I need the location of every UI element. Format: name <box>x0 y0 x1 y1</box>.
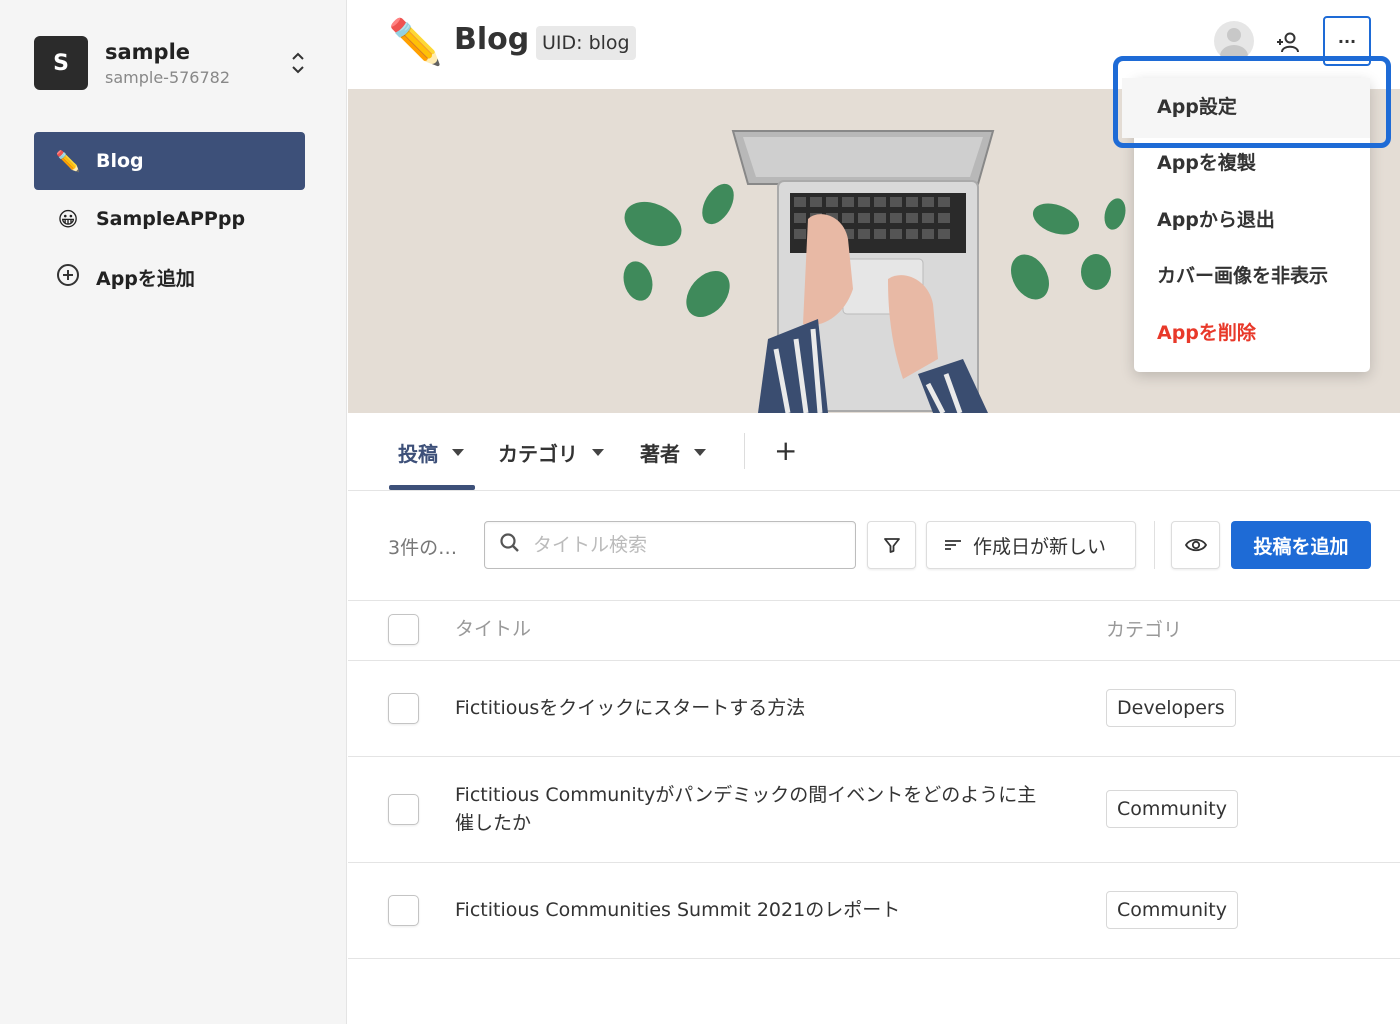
filter-button[interactable] <box>867 521 916 569</box>
eye-icon <box>1184 538 1207 552</box>
sidebar: S sample sample-576782 ✏️ Blog 😀 SampleA… <box>0 0 347 1024</box>
chevron-up-down-icon <box>288 48 308 78</box>
menu-item-hide-cover[interactable]: カバー画像を非表示 <box>1157 261 1328 288</box>
post-title[interactable]: Fictitious Communities Summit 2021のレポート <box>455 896 1055 924</box>
table-header: タイトル カテゴリ <box>348 601 1400 661</box>
category-tag: Developers <box>1106 689 1236 727</box>
page-title: Blog <box>454 22 530 57</box>
post-title[interactable]: Fictitious Communityがパンデミックの間イベントをどのように主… <box>455 781 1050 837</box>
sort-icon <box>945 540 961 550</box>
search-input[interactable] <box>533 534 833 556</box>
view-options-button[interactable] <box>1171 521 1220 569</box>
row-checkbox[interactable] <box>388 794 419 825</box>
filter-icon <box>883 538 900 553</box>
sidebar-item-add-app[interactable]: Appを追加 <box>34 248 305 306</box>
tab-posts[interactable]: 投稿 <box>398 435 464 469</box>
list-toolbar: 3件の… 作成日が新しい 投稿を追加 <box>348 491 1400 601</box>
tab-categories[interactable]: カテゴリ <box>498 435 604 469</box>
tab-authors[interactable]: 著者 <box>640 435 706 469</box>
tab-label: 投稿 <box>398 441 438 466</box>
workspace-name: sample <box>105 40 191 64</box>
add-tab-button[interactable]: + <box>774 433 797 469</box>
table-row[interactable]: Fictitious Communities Summit 2021のレポート … <box>348 863 1400 959</box>
tab-label: 著者 <box>640 441 680 466</box>
pencil-icon: ✏️ <box>388 17 443 68</box>
caret-down-icon <box>592 448 604 456</box>
highlight-box <box>1113 56 1391 148</box>
tab-label: カテゴリ <box>498 441 578 466</box>
workspace-id: sample-576782 <box>105 68 231 87</box>
sidebar-item-blog[interactable]: ✏️ Blog <box>34 132 305 190</box>
sidebar-item-sampleapp[interactable]: 😀 SampleAPPpp <box>34 190 305 248</box>
workspace-text: sample sample-576782 <box>105 39 288 87</box>
workspace-avatar: S <box>34 36 88 90</box>
divider <box>1154 521 1155 569</box>
uid-badge: UID: blog <box>536 26 636 60</box>
menu-item-leave-app[interactable]: Appから退出 <box>1157 205 1275 232</box>
row-checkbox[interactable] <box>388 895 419 926</box>
content-tabs: 投稿 カテゴリ 著者 + <box>348 413 1400 491</box>
active-tab-indicator <box>389 485 475 490</box>
posts-table: タイトル カテゴリ Fictitiousをクイックにスタートする方法 Devel… <box>348 601 1400 959</box>
search-icon <box>499 532 521 558</box>
pencil-icon: ✏️ <box>55 149 81 173</box>
category-tag: Community <box>1106 790 1238 828</box>
category-tag: Community <box>1106 891 1238 929</box>
workspace-switcher[interactable]: S sample sample-576782 <box>34 36 314 90</box>
add-post-button[interactable]: 投稿を追加 <box>1231 521 1371 569</box>
sidebar-item-label: Appを追加 <box>96 267 195 290</box>
sidebar-item-label: SampleAPPpp <box>96 208 246 230</box>
avatar[interactable] <box>1214 21 1254 61</box>
result-count: 3件の… <box>388 537 458 559</box>
caret-down-icon <box>694 448 706 456</box>
smiley-icon: 😀 <box>57 207 79 231</box>
caret-down-icon <box>452 448 464 456</box>
sidebar-item-label: Blog <box>96 150 144 172</box>
menu-item-delete-app[interactable]: Appを削除 <box>1157 318 1256 345</box>
table-row[interactable]: Fictitiousをクイックにスタートする方法 Developers <box>348 661 1400 757</box>
row-checkbox[interactable] <box>388 693 419 724</box>
divider <box>744 433 745 469</box>
select-all-checkbox[interactable] <box>388 614 419 645</box>
menu-item-duplicate-app[interactable]: Appを複製 <box>1157 148 1256 175</box>
column-header-category: カテゴリ <box>1106 619 1183 641</box>
column-header-title: タイトル <box>455 618 532 640</box>
add-user-icon[interactable] <box>1273 28 1303 58</box>
sort-label: 作成日が新しい <box>973 535 1107 558</box>
search-box <box>484 521 856 569</box>
table-row[interactable]: Fictitious Communityがパンデミックの間イベントをどのように主… <box>348 757 1400 863</box>
sort-button[interactable]: 作成日が新しい <box>926 521 1136 569</box>
plus-circle-icon <box>54 263 82 292</box>
post-title[interactable]: Fictitiousをクイックにスタートする方法 <box>455 694 1055 722</box>
app-nav: ✏️ Blog 😀 SampleAPPpp Appを追加 <box>34 132 305 306</box>
